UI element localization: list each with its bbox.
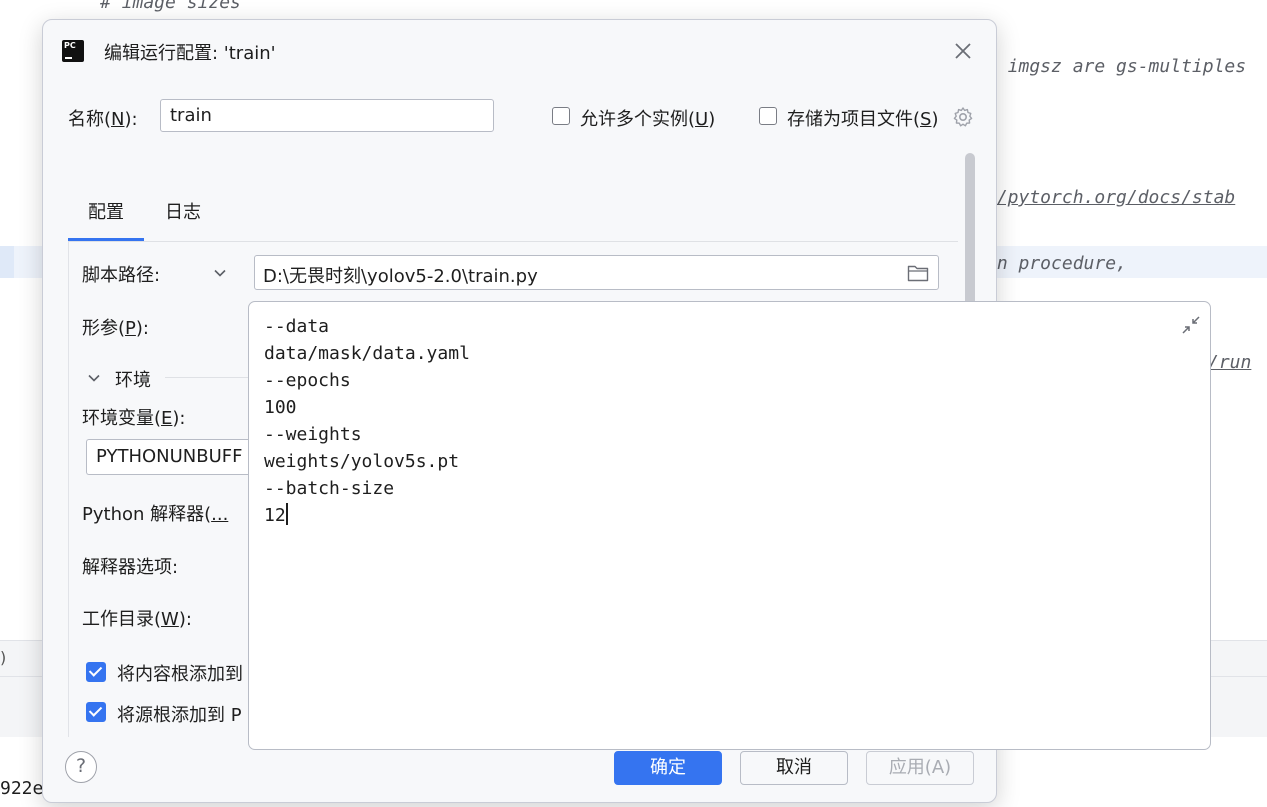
allow-multiple-checkbox[interactable] [552,107,570,125]
store-as-file-label: 存储为项目文件(S) [787,109,939,130]
pycharm-app-icon: PC [62,40,84,62]
env-vars-input[interactable]: PYTHONUNBUFF [86,439,256,475]
tab-logs[interactable]: 日志 [165,198,201,224]
help-button[interactable]: ? [65,751,97,783]
chevron-down-icon[interactable] [213,266,227,280]
collapse-icon[interactable] [1179,313,1203,337]
gear-icon[interactable] [951,105,975,129]
interpreter-options-label: 解释器选项: [82,557,179,578]
add-content-roots-label: 将内容根添加到 [117,664,243,685]
add-source-roots-checkbox[interactable] [86,702,106,722]
store-as-file-checkbox[interactable] [759,107,777,125]
env-section-title[interactable]: 环境 [115,366,151,392]
params-expanded-editor[interactable]: --data data/mask/data.yaml --epochs 100 … [248,301,1211,750]
working-dir-label: 工作目录(W): [82,609,192,630]
allow-multiple-label: 允许多个实例(U) [580,109,716,130]
params-textarea[interactable]: --data data/mask/data.yaml --epochs 100 … [264,313,470,529]
name-input[interactable]: train [160,99,494,132]
env-section-divider [165,377,255,378]
code-line: y imgsz are gs-multiples [986,56,1247,77]
code-paren: ) [0,648,7,667]
close-icon [955,43,971,59]
commit-hash-text: 922e [0,778,44,799]
params-label: 形参(P): [82,318,149,339]
folder-icon[interactable] [907,263,929,283]
add-content-roots-checkbox[interactable] [86,662,106,682]
env-vars-label: 环境变量(E): [82,408,186,429]
script-path-label: 脚本路径: [82,265,161,286]
apply-button[interactable]: 应用(A) [866,751,974,785]
dialog-title: 编辑运行配置: 'train' [104,43,276,64]
close-button[interactable] [951,39,975,63]
code-line: on procedure, [986,253,1127,274]
code-comment: # image sizes [100,0,241,13]
chevron-down-icon[interactable] [87,371,101,385]
text-caret [285,503,288,525]
code-line-link: /run [1208,352,1252,373]
tab-config[interactable]: 配置 [88,198,124,224]
ok-button[interactable]: 确定 [614,751,722,785]
cancel-button[interactable]: 取消 [740,751,848,785]
gutter-highlight [0,246,14,278]
code-line-link: //pytorch.org/docs/stab [986,187,1236,208]
script-path-input[interactable]: D:\无畏时刻\yolov5-2.0\train.py [254,255,939,290]
interpreter-label: Python 解释器(... [82,504,229,525]
add-source-roots-label: 将源根添加到 P [117,705,242,726]
name-label: 名称(N): [68,109,138,130]
